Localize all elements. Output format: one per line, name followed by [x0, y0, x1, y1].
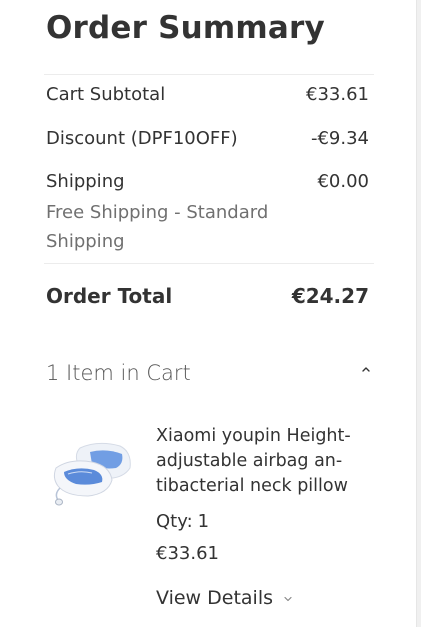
- neck-pillow-image: [53, 442, 131, 506]
- cart-subtotal-value: €33.61: [306, 84, 369, 105]
- discount-label: Discount (DPF10OFF): [46, 128, 238, 149]
- quantity-value: 1: [197, 511, 210, 532]
- items-in-cart-label: 1 Item in Cart: [46, 361, 191, 385]
- view-details-toggle[interactable]: View Details: [156, 587, 293, 609]
- shipping-method: Free Shipping - Standard Shipping: [46, 202, 269, 252]
- cart-subtotal-label: Cart Subtotal: [46, 84, 166, 105]
- view-details-label: View Details: [156, 587, 273, 609]
- divider: [44, 263, 374, 264]
- shipping-label: Shipping: [46, 171, 125, 192]
- chevron-down-icon: [284, 596, 292, 601]
- product-quantity: Qty: 1: [156, 511, 209, 532]
- divider: [44, 74, 374, 75]
- discount-value: -€9.34: [310, 128, 369, 149]
- order-total-label: Order Total: [46, 284, 173, 308]
- items-in-cart-toggle[interactable]: 1 Item in Cart: [46, 361, 376, 391]
- chevron-up-icon: [362, 367, 370, 372]
- product-price: €33.61: [156, 543, 219, 564]
- order-summary-panel: Order Summary Cart Subtotal €33.61 Disco…: [0, 0, 417, 627]
- shipping-value: €0.00: [317, 171, 369, 192]
- product-name[interactable]: Xiaomi youpin Height-adjustable airbag a…: [156, 424, 361, 499]
- order-total-value: €24.27: [291, 284, 369, 308]
- quantity-label: Qty:: [156, 511, 193, 532]
- order-summary-title: Order Summary: [46, 10, 325, 46]
